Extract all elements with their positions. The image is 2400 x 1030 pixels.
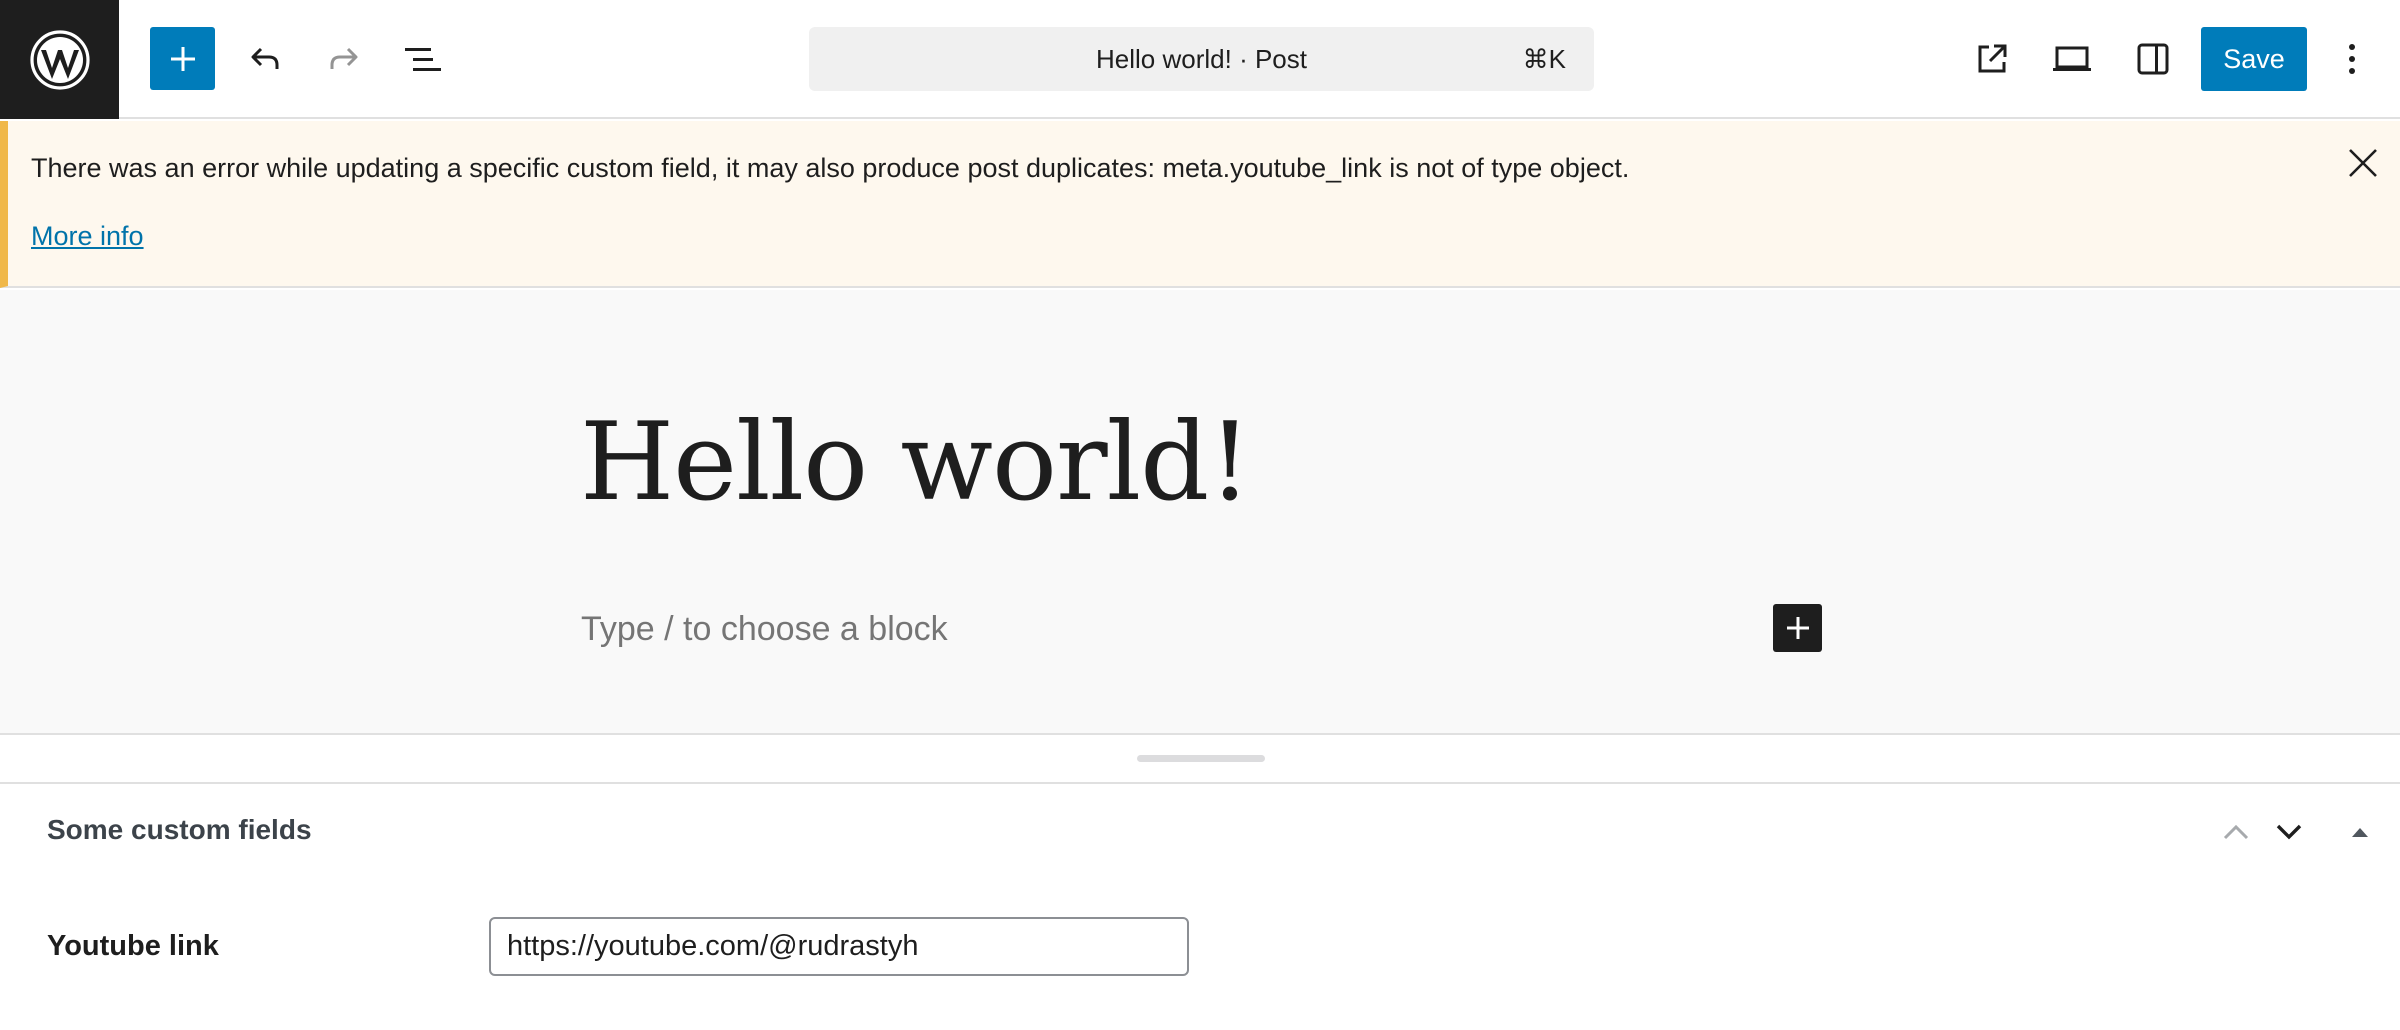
metabox-title: Some custom fields: [47, 814, 312, 845]
error-notice: There was an error while updating a spec…: [0, 121, 2400, 288]
block-inserter-button[interactable]: [150, 27, 215, 90]
settings-sidebar-button[interactable]: [2127, 34, 2179, 84]
editor-header: Hello world! · Post ⌘K Save: [0, 0, 2400, 119]
chevron-up-icon: [2223, 824, 2249, 840]
youtube-link-input[interactable]: [489, 917, 1189, 976]
more-info-link[interactable]: More info: [31, 221, 144, 252]
plus-icon: [1786, 617, 1809, 639]
metabox-resize-area: [0, 733, 2400, 784]
view-post-button[interactable]: [1966, 34, 2018, 84]
undo-button[interactable]: [240, 34, 290, 84]
sidebar-toggle-icon: [2137, 43, 2169, 75]
block-appender-placeholder[interactable]: Type / to choose a block: [581, 610, 948, 649]
options-menu-button[interactable]: [2330, 34, 2374, 84]
notice-message: There was an error while updating a spec…: [31, 153, 1630, 183]
redo-icon: [330, 47, 358, 69]
external-link-icon: [1978, 44, 2007, 73]
more-vertical-icon: [2349, 44, 2355, 74]
command-palette-bar[interactable]: Hello world! · Post ⌘K: [809, 27, 1594, 91]
close-icon: [2349, 149, 2377, 177]
save-button[interactable]: Save: [2201, 27, 2307, 91]
plus-icon: [170, 46, 195, 71]
move-down-button[interactable]: [2269, 812, 2309, 852]
undo-icon: [251, 47, 279, 69]
triangle-up-icon: [2352, 828, 2368, 837]
chevron-down-icon: [2276, 824, 2302, 840]
resize-handle[interactable]: [1137, 755, 1265, 762]
command-shortcut: ⌘K: [1522, 43, 1566, 74]
youtube-link-label: Youtube link: [47, 930, 219, 962]
move-up-button[interactable]: [2216, 812, 2256, 852]
custom-fields-metabox: Some custom fields Youtube link: [0, 784, 2400, 1030]
desktop-preview-icon: [2053, 46, 2091, 71]
add-block-button[interactable]: [1773, 604, 1822, 652]
document-overview-button[interactable]: [397, 34, 449, 84]
document-title: Hello world! · Post: [1096, 43, 1307, 74]
wordpress-logo-icon: [29, 29, 90, 90]
post-title[interactable]: Hello world!: [580, 400, 1252, 525]
preview-button[interactable]: [2046, 34, 2098, 84]
list-view-icon: [405, 48, 441, 71]
redo-button[interactable]: [319, 34, 369, 84]
toggle-panel-button[interactable]: [2340, 812, 2380, 852]
notice-close-button[interactable]: [2343, 143, 2383, 183]
wordpress-logo-button[interactable]: [0, 0, 119, 119]
editor-canvas: Hello world! Type / to choose a block: [0, 290, 2400, 733]
